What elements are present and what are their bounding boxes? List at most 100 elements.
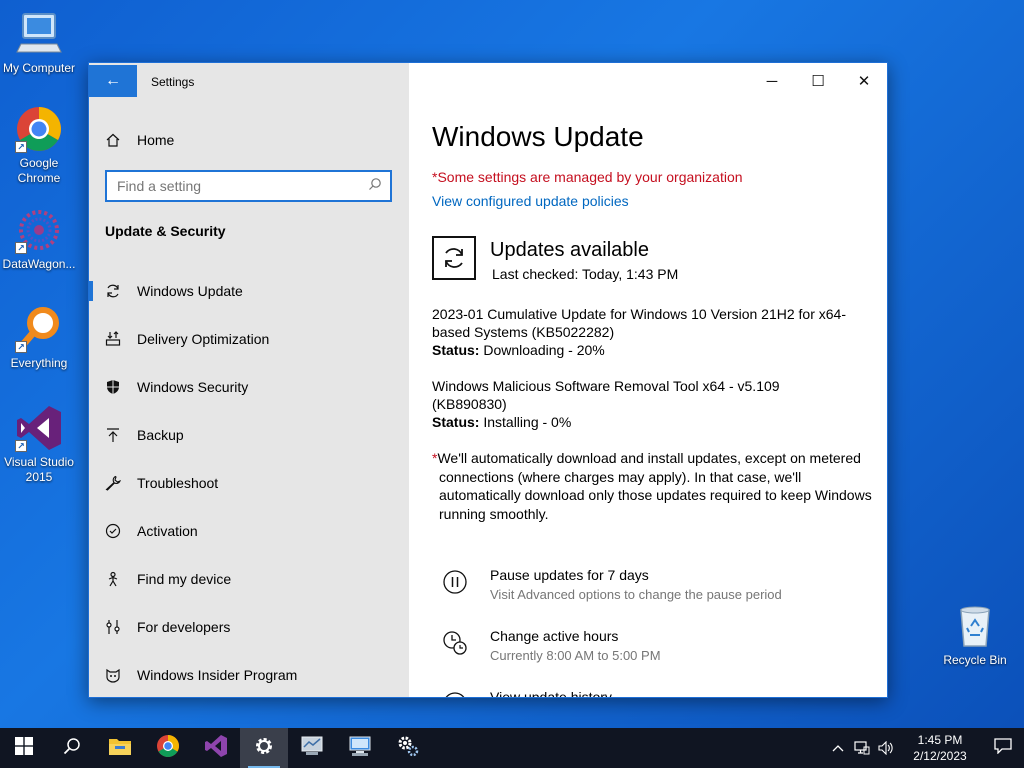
search-input[interactable] bbox=[117, 178, 368, 194]
sidebar-item-find-my-device[interactable]: Find my device bbox=[89, 555, 409, 603]
nav-list: Windows Update Delivery Optimization Win… bbox=[89, 267, 409, 699]
wrench-icon bbox=[105, 475, 121, 491]
option-subtitle: Currently 8:00 AM to 5:00 PM bbox=[490, 648, 661, 663]
desktop-icon-google-chrome[interactable]: ↗ Google Chrome bbox=[0, 105, 78, 186]
sidebar-item-label: Troubleshoot bbox=[137, 475, 219, 491]
sidebar-item-troubleshoot[interactable]: Troubleshoot bbox=[89, 459, 409, 507]
developer-icon bbox=[105, 619, 121, 635]
settings-sidebar: ← Settings Home Update & Security Window… bbox=[89, 63, 409, 697]
sidebar-item-windows-update[interactable]: Windows Update bbox=[89, 267, 409, 315]
desktop-icon-label: Recycle Bin bbox=[943, 653, 1007, 667]
action-center-button[interactable] bbox=[982, 728, 1024, 768]
update-item: Windows Malicious Software Removal Tool … bbox=[432, 377, 792, 431]
view-policies-link[interactable]: View configured update policies bbox=[432, 193, 629, 209]
maximize-button[interactable]: ☐ bbox=[795, 63, 841, 99]
window-controls: ─ ☐ ✕ bbox=[749, 63, 887, 99]
delivery-optimization-icon bbox=[105, 331, 121, 347]
sidebar-item-for-developers[interactable]: For developers bbox=[89, 603, 409, 651]
network-icon[interactable] bbox=[850, 741, 874, 755]
sidebar-item-activation[interactable]: Activation bbox=[89, 507, 409, 555]
update-status-label: Status: bbox=[432, 414, 480, 430]
computer-icon bbox=[15, 10, 63, 58]
clock-date: 2/12/2023 bbox=[913, 749, 967, 763]
active-hours-option[interactable]: Change active hours Currently 8:00 AM to… bbox=[442, 628, 661, 663]
search-icon bbox=[63, 737, 81, 760]
taskbar-visual-studio[interactable] bbox=[192, 728, 240, 768]
minimize-button[interactable]: ─ bbox=[749, 63, 795, 99]
desktop-icon-datawagon[interactable]: ↗ DataWagon... bbox=[0, 206, 78, 272]
desktop-icon-everything[interactable]: ↗ Everything bbox=[0, 305, 78, 371]
window-title: Settings bbox=[151, 75, 195, 89]
search-box[interactable] bbox=[105, 170, 392, 202]
update-status-label: Status: bbox=[432, 342, 480, 358]
start-button[interactable] bbox=[0, 728, 48, 768]
taskbar: 1:45 PM 2/12/2023 bbox=[0, 728, 1024, 768]
nav-home-label: Home bbox=[137, 132, 175, 148]
option-title: Pause updates for 7 days bbox=[490, 567, 649, 583]
note-text: We'll automatically download and install… bbox=[437, 450, 872, 522]
search-icon bbox=[368, 177, 382, 196]
desktop-icon-label: My Computer bbox=[2, 61, 76, 75]
taskbar-file-explorer[interactable] bbox=[96, 728, 144, 768]
sidebar-item-windows-security[interactable]: Windows Security bbox=[89, 363, 409, 411]
monitor-app-icon bbox=[300, 735, 324, 762]
taskbar-gears-app[interactable] bbox=[384, 728, 432, 768]
shortcut-arrow-icon: ↗ bbox=[15, 440, 27, 452]
history-icon bbox=[442, 691, 468, 697]
sidebar-item-label: Delivery Optimization bbox=[137, 331, 270, 347]
sidebar-item-label: Backup bbox=[137, 427, 184, 443]
file-explorer-icon bbox=[108, 736, 132, 761]
sidebar-item-windows-insider-program[interactable]: Windows Insider Program bbox=[89, 651, 409, 699]
sidebar-item-backup[interactable]: Backup bbox=[89, 411, 409, 459]
option-subtitle: Visit Advanced options to change the pau… bbox=[490, 587, 782, 602]
taskbar-monitor-app[interactable] bbox=[288, 728, 336, 768]
taskbar-clock[interactable]: 1:45 PM 2/12/2023 bbox=[904, 732, 976, 764]
home-icon bbox=[105, 132, 121, 148]
sidebar-item-label: Windows Security bbox=[137, 379, 249, 395]
update-history-option[interactable]: View update history bbox=[442, 689, 612, 697]
update-status: Updates available Last checked: Today, 1… bbox=[432, 236, 678, 282]
chrome-icon: ↗ bbox=[15, 105, 63, 153]
visual-studio-icon: ↗ bbox=[15, 404, 63, 452]
desktop-icon-recycle-bin[interactable]: Recycle Bin bbox=[936, 602, 1014, 668]
shortcut-arrow-icon: ↗ bbox=[15, 242, 27, 254]
taskbar-settings[interactable] bbox=[240, 728, 288, 768]
taskbar-remote-desktop[interactable] bbox=[336, 728, 384, 768]
update-status-value: Installing - 0% bbox=[483, 414, 572, 430]
sidebar-item-label: Find my device bbox=[137, 571, 232, 587]
pause-updates-option[interactable]: Pause updates for 7 days Visit Advanced … bbox=[442, 567, 782, 602]
update-name: 2023-01 Cumulative Update for Windows 10… bbox=[432, 306, 846, 340]
settings-gear-icon bbox=[253, 735, 275, 762]
check-circle-icon bbox=[105, 523, 121, 539]
sidebar-item-label: Windows Update bbox=[137, 283, 243, 299]
desktop-icon-label: Everything bbox=[10, 356, 68, 370]
sync-icon bbox=[105, 283, 121, 299]
desktop-icon-visual-studio[interactable]: ↗ Visual Studio 2015 bbox=[0, 404, 78, 485]
update-status-value: Downloading - 20% bbox=[483, 342, 605, 358]
find-device-icon bbox=[105, 571, 121, 587]
title-bar[interactable]: ← Settings bbox=[89, 63, 409, 99]
status-title: Updates available bbox=[490, 239, 649, 261]
start-icon bbox=[15, 736, 33, 760]
taskbar-chrome[interactable] bbox=[144, 728, 192, 768]
close-button[interactable]: ✕ bbox=[841, 63, 887, 99]
desktop-icon-my-computer[interactable]: My Computer bbox=[0, 10, 78, 76]
clock-icon bbox=[442, 630, 468, 656]
notification-icon bbox=[994, 737, 1012, 759]
managed-notice: *Some settings are managed by your organ… bbox=[432, 169, 743, 185]
volume-icon[interactable] bbox=[874, 741, 898, 755]
shortcut-arrow-icon: ↗ bbox=[15, 141, 27, 153]
sidebar-item-delivery-optimization[interactable]: Delivery Optimization bbox=[89, 315, 409, 363]
system-tray: 1:45 PM 2/12/2023 bbox=[826, 728, 1024, 768]
page-title: Windows Update bbox=[432, 121, 644, 152]
datawagon-icon: ↗ bbox=[15, 206, 63, 254]
sidebar-item-label: For developers bbox=[137, 619, 231, 635]
taskbar-search-button[interactable] bbox=[48, 728, 96, 768]
shield-icon bbox=[105, 379, 121, 395]
back-button[interactable]: ← bbox=[89, 65, 137, 97]
everything-search-icon: ↗ bbox=[15, 305, 63, 353]
backup-icon bbox=[105, 427, 121, 443]
nav-home[interactable]: Home bbox=[105, 129, 174, 151]
chevron-up-icon[interactable] bbox=[826, 744, 850, 752]
section-title: Update & Security bbox=[105, 223, 226, 239]
